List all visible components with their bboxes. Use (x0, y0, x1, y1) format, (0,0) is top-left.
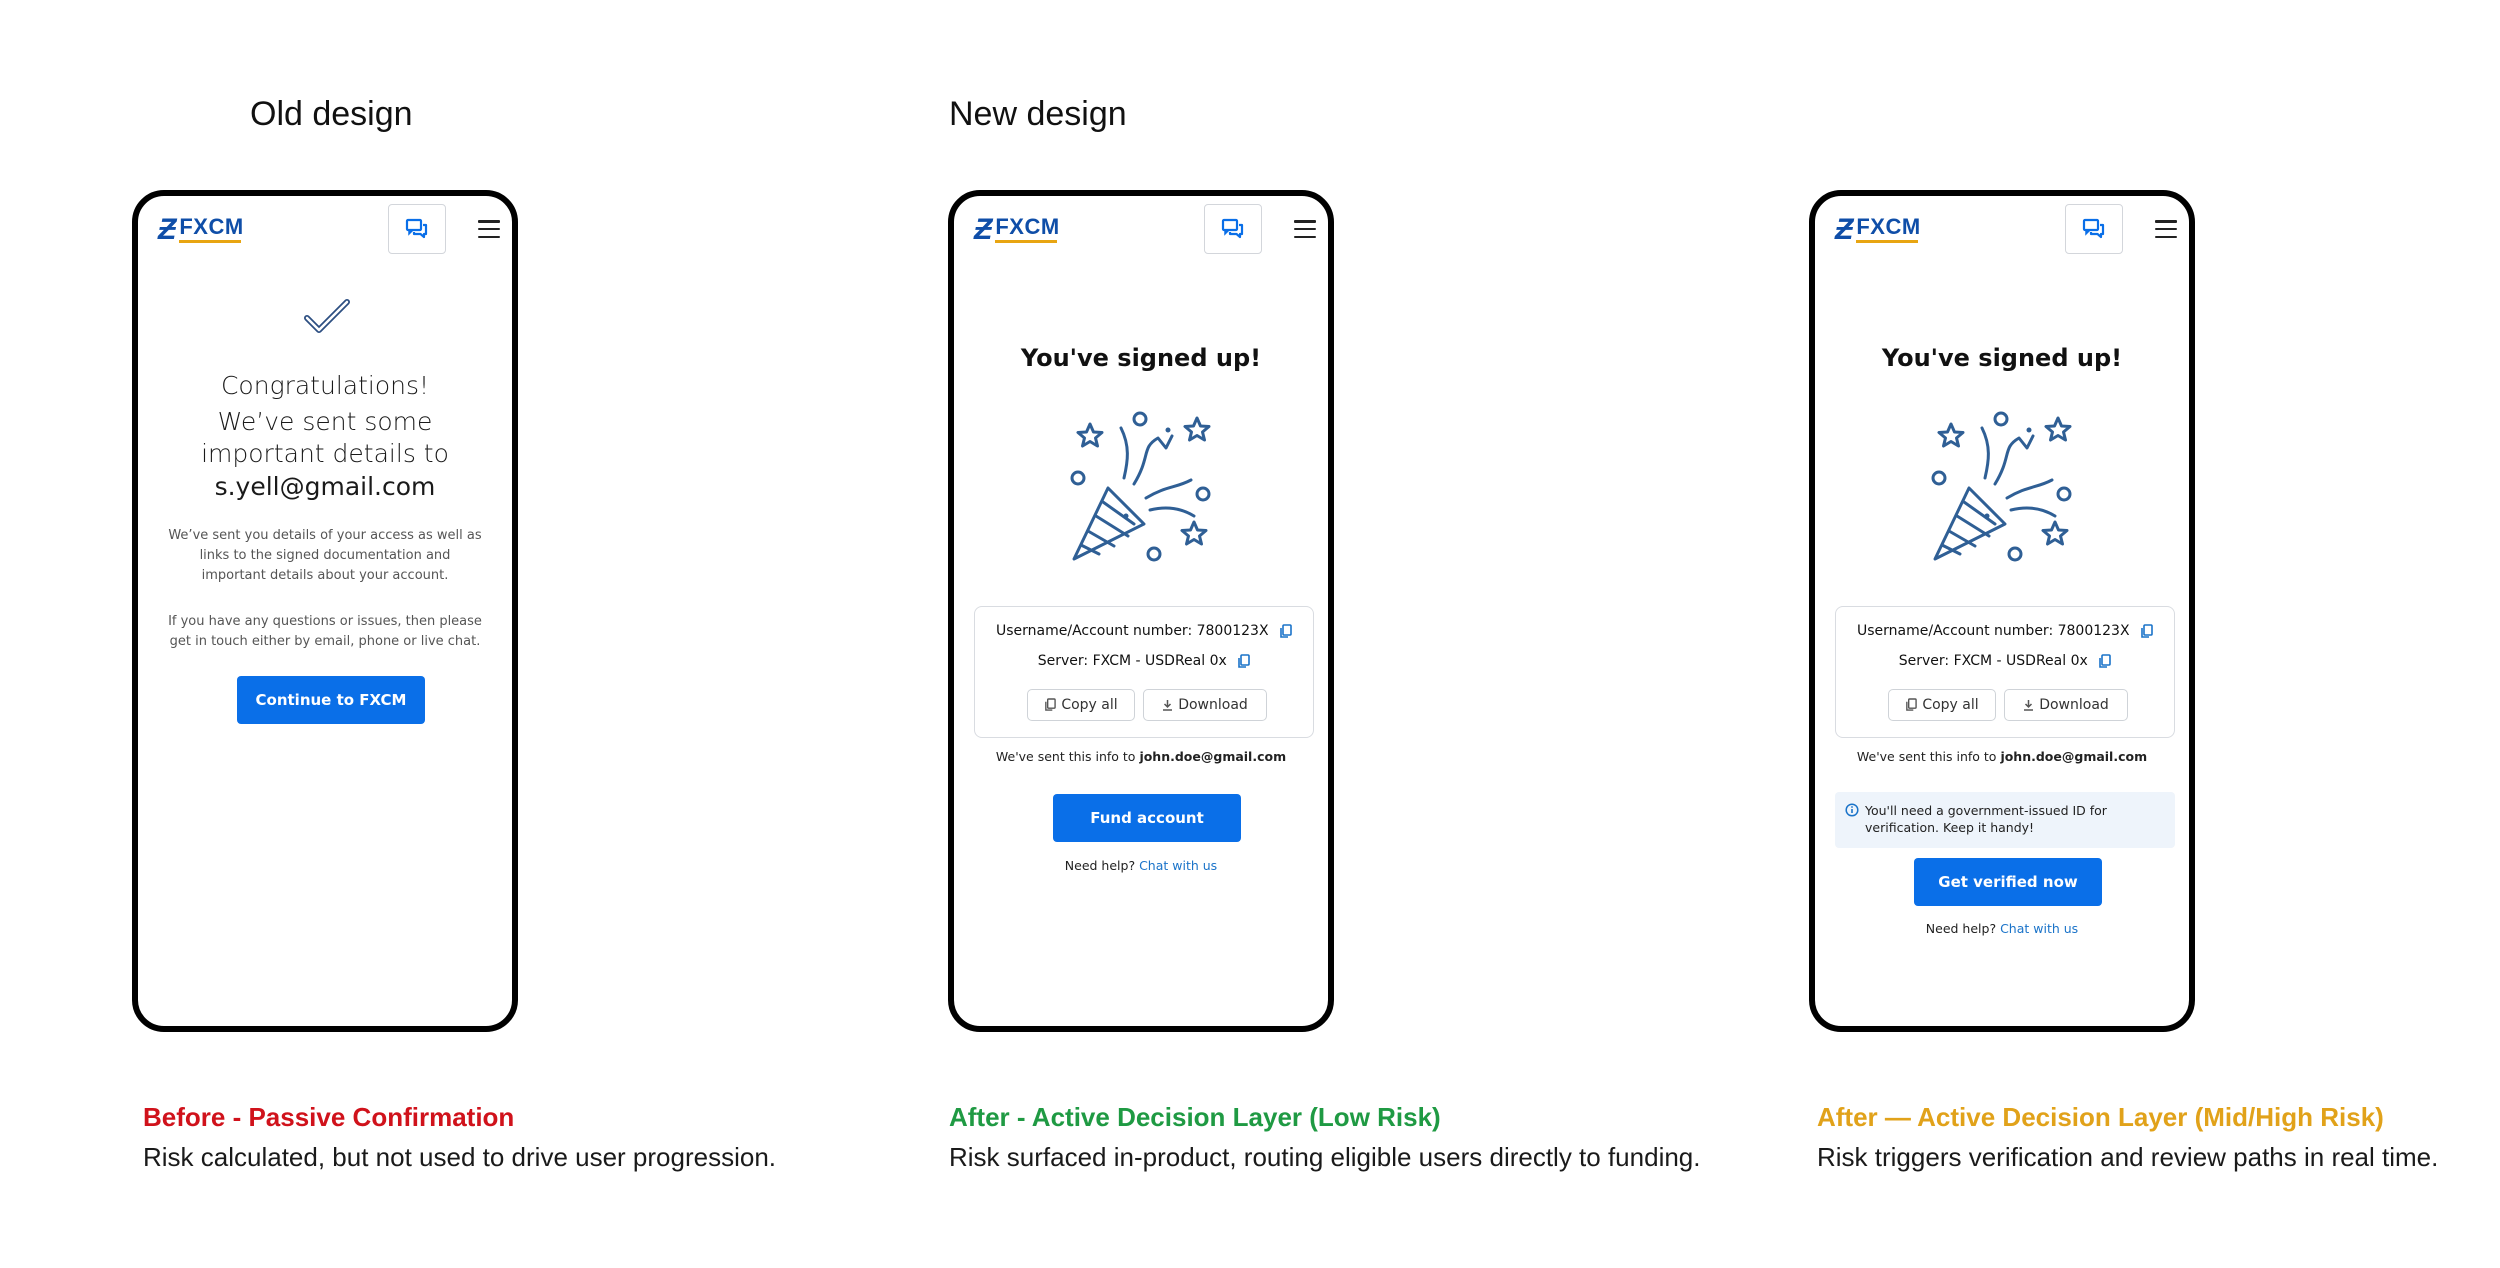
user-email: s.yell@gmail.com (214, 472, 436, 501)
fxcm-logo-text: FXCM (179, 214, 244, 239)
chat-icon (405, 218, 428, 239)
copy-icon (1045, 698, 1057, 711)
old-design-heading: Old design (250, 95, 413, 133)
app-header: Ƶ FXCM (954, 196, 1328, 276)
caption-high-risk-title: After — Active Decision Layer (Mid/High … (1817, 1102, 2384, 1132)
fxcm-logo[interactable]: Ƶ FXCM (974, 212, 1060, 246)
chat-icon (2082, 218, 2105, 239)
contact-paragraph: If you have any questions or issues, the… (168, 614, 482, 649)
hamburger-menu-icon[interactable] (1294, 220, 1316, 238)
copy-icon[interactable] (1279, 623, 1292, 639)
sent-info-text: We've sent this info to john.doe@gmail.c… (995, 749, 1287, 764)
new-design-heading: New design (949, 95, 1127, 133)
confirmation-message: Congratulations! We’ve sent some importa… (138, 366, 512, 504)
app-header: Ƶ FXCM (138, 196, 512, 276)
download-icon (2024, 700, 2034, 711)
need-help-text: Need help? Chat with us (1925, 921, 2079, 936)
download-button[interactable]: Download (2004, 689, 2128, 721)
sent-email: john.doe@gmail.com (2000, 749, 2148, 764)
signed-up-title: You've signed up! (1020, 344, 1262, 372)
chat-button[interactable] (388, 204, 446, 254)
fxcm-logo-mark: Ƶ (974, 212, 993, 246)
sent-email: john.doe@gmail.com (1139, 749, 1287, 764)
fxcm-logo[interactable]: Ƶ FXCM (1835, 212, 1921, 246)
hamburger-menu-icon[interactable] (2155, 220, 2177, 238)
fxcm-logo[interactable]: Ƶ FXCM (158, 212, 244, 246)
username-line: Username/Account number: 7800123X (995, 623, 1269, 639)
server-line: Server: FXCM - USDReal 0x (1898, 653, 2088, 669)
checkmark-icon (304, 299, 350, 333)
id-verification-notice: You'll need a government-issued ID for v… (1835, 792, 2175, 848)
sent-info-text: We've sent this info to john.doe@gmail.c… (1856, 749, 2148, 764)
congrats-heading: Congratulations! (220, 371, 430, 400)
caption-low-risk-title: After - Active Decision Layer (Low Risk) (949, 1102, 1441, 1132)
fxcm-logo-mark: Ƶ (1835, 212, 1854, 246)
download-button[interactable]: Download (1143, 689, 1267, 721)
download-icon (1163, 700, 1173, 711)
account-info-card: Username/Account number: 7800123X Server… (974, 606, 1314, 738)
copy-icon[interactable] (2098, 653, 2112, 669)
caption-high-risk-subtitle: Risk triggers verification and review pa… (1817, 1142, 2439, 1172)
copy-icon[interactable] (2140, 623, 2153, 639)
phone-old-design: Ƶ FXCM Congratulations! We’ve sent some … (132, 190, 518, 1032)
fund-account-button[interactable]: Fund account (1053, 794, 1241, 842)
server-line: Server: FXCM - USDReal 0x (1037, 653, 1227, 669)
fxcm-logo-text: FXCM (995, 214, 1060, 239)
app-header: Ƶ FXCM (1815, 196, 2189, 276)
chat-button[interactable] (1204, 204, 1262, 254)
need-help-text: Need help? Chat with us (1064, 858, 1218, 873)
account-info-card: Username/Account number: 7800123X Server… (1835, 606, 2175, 738)
info-icon (1845, 803, 1859, 817)
copy-icon[interactable] (1237, 653, 1251, 669)
chat-icon (1221, 218, 1244, 239)
sent-details-text: We’ve sent some important details to (201, 407, 449, 468)
chat-with-us-link[interactable]: Chat with us (2000, 921, 2078, 936)
fxcm-logo-mark: Ƶ (158, 212, 177, 246)
phone-new-design-high-risk: Ƶ FXCM You've signed up! Username/Accoun… (1809, 190, 2195, 1032)
caption-low-risk-subtitle: Risk surfaced in-product, routing eligib… (949, 1142, 1701, 1172)
caption-before-subtitle: Risk calculated, but not used to drive u… (143, 1142, 777, 1172)
details-paragraph: We’ve sent you details of your access as… (168, 528, 482, 583)
phone-new-design-low-risk: Ƶ FXCM You've signed up! Username/Accoun… (948, 190, 1334, 1032)
notice-text: You'll need a government-issued ID for v… (1865, 803, 2107, 835)
signed-up-title: You've signed up! (1881, 344, 2123, 372)
caption-before-title: Before - Passive Confirmation (143, 1102, 515, 1132)
party-popper-icon (1931, 411, 2072, 562)
username-line: Username/Account number: 7800123X (1856, 623, 2130, 639)
continue-button[interactable]: Continue to FXCM (237, 676, 425, 724)
copy-icon (1906, 698, 1918, 711)
fxcm-logo-text: FXCM (1856, 214, 1921, 239)
copy-all-button[interactable]: Copy all (1027, 689, 1135, 721)
get-verified-button[interactable]: Get verified now (1914, 858, 2102, 906)
chat-with-us-link[interactable]: Chat with us (1139, 858, 1217, 873)
copy-all-button[interactable]: Copy all (1888, 689, 1996, 721)
hamburger-menu-icon[interactable] (478, 220, 500, 238)
party-popper-icon (1070, 411, 1211, 562)
chat-button[interactable] (2065, 204, 2123, 254)
